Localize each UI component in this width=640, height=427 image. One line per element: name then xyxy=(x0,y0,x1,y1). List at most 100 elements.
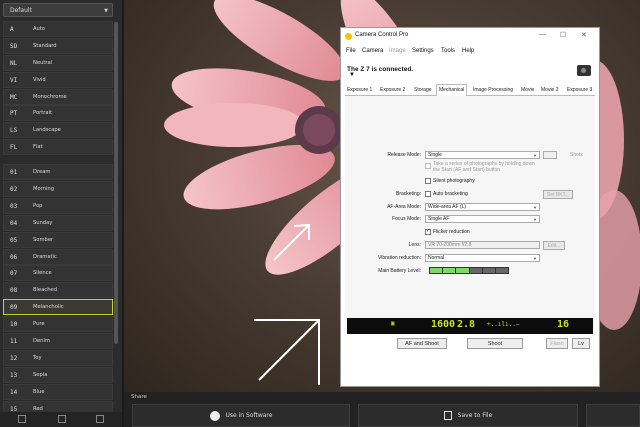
picture-control-name: Landscape xyxy=(33,127,61,134)
picture-control-item[interactable]: 13 Sepia xyxy=(3,366,113,383)
minimize-icon[interactable]: — xyxy=(539,31,546,38)
picture-control-item[interactable]: 08 Bleached xyxy=(3,282,113,299)
picture-control-item[interactable]: 07 Silence xyxy=(3,265,113,282)
tab-exposure-1[interactable]: Exposure 1 xyxy=(345,85,374,95)
save-to-file-label: Save to File xyxy=(457,412,493,419)
connection-status: The Z 7 is connected. xyxy=(347,66,414,73)
picture-control-item[interactable]: 05 Somber xyxy=(3,231,113,248)
close-icon[interactable]: ✕ xyxy=(581,31,587,39)
af-area-mode-dropdown[interactable]: Wide-area AF (L) ▼ xyxy=(425,203,540,211)
tab-image-processing[interactable]: Image Processing xyxy=(471,85,515,95)
picture-control-item[interactable]: VI Vivid xyxy=(3,71,113,88)
battery-segment xyxy=(443,268,457,273)
picture-control-item[interactable]: A Auto xyxy=(3,21,113,37)
chevron-down-icon: ▼ xyxy=(104,8,108,14)
menu-help[interactable]: Help xyxy=(462,48,474,54)
picture-control-item[interactable]: PT Portrait xyxy=(3,105,113,122)
picture-control-item[interactable]: LS Landscape xyxy=(3,122,113,139)
picture-control-name: Somber xyxy=(33,236,54,243)
flicker-reduction-checkbox[interactable] xyxy=(425,228,431,235)
tab-movie[interactable]: Movie xyxy=(519,85,536,95)
use-in-software-label: Use in Software xyxy=(225,412,273,419)
picture-control-item[interactable]: 10 Pure xyxy=(3,316,113,333)
picture-control-item[interactable]: NL Neutral xyxy=(3,54,113,71)
focus-mode-dropdown[interactable]: Single AF ▼ xyxy=(425,215,540,223)
picture-control-item[interactable]: MC Monochrome xyxy=(3,88,113,105)
picture-control-name: Pure xyxy=(33,321,45,328)
picture-control-code: 05 xyxy=(10,236,18,244)
menu-image[interactable]: Image xyxy=(389,48,406,54)
picture-control-item[interactable]: 04 Sunday xyxy=(3,214,113,231)
take-series-checkbox[interactable] xyxy=(425,163,431,169)
tab-movie-2[interactable]: Movie 2 xyxy=(539,85,561,95)
lv-button[interactable]: Lv xyxy=(572,338,590,349)
picture-control-item[interactable]: 06 Dramatic xyxy=(3,248,113,265)
maximize-icon[interactable]: ☐ xyxy=(560,31,566,39)
menu-settings[interactable]: Settings xyxy=(412,48,434,54)
lens-field: VR 70-200mm f/2.8 xyxy=(425,241,540,249)
expand-arrow-icon[interactable]: ▼ xyxy=(349,72,355,78)
delete-icon[interactable] xyxy=(96,415,104,423)
window-title: Camera Control Pro xyxy=(355,32,409,38)
shoot-button[interactable]: Shoot xyxy=(467,338,523,349)
picture-control-item[interactable]: 01 Dream xyxy=(3,164,113,181)
picture-control-item[interactable]: 02 Morning xyxy=(3,181,113,198)
import-icon[interactable] xyxy=(18,415,26,423)
battery-segment xyxy=(482,268,496,273)
tab-storage[interactable]: Storage xyxy=(412,85,434,95)
release-mode-dropdown[interactable]: Single ▼ xyxy=(425,151,540,159)
picture-control-item[interactable]: FL Flat xyxy=(3,139,113,156)
lens-label: Lens: xyxy=(408,242,421,248)
picture-control-code: LS xyxy=(10,127,18,135)
app-icon xyxy=(345,33,352,40)
picture-control-item[interactable]: 03 Pop xyxy=(3,197,113,214)
picture-control-name: Sunday xyxy=(33,219,53,226)
auto-bracketing-label: Auto bracketing xyxy=(433,191,468,197)
vibration-reduction-dropdown[interactable]: Normal ▼ xyxy=(425,254,540,262)
save-to-file-button[interactable]: Save to File xyxy=(358,404,578,427)
focus-mode-value: Single AF xyxy=(428,216,450,222)
battery-level-indicator xyxy=(429,267,509,274)
menu-camera[interactable]: Camera xyxy=(362,48,383,54)
title-bar: Camera Control Pro — ☐ ✕ xyxy=(341,28,599,46)
preset-dropdown-value: Default xyxy=(10,7,32,14)
picture-control-name: Dream xyxy=(33,169,51,176)
tab-exposure-3[interactable]: Exposure 3 xyxy=(565,85,594,95)
set-bkt-button[interactable]: Set BKT... xyxy=(543,190,573,199)
shots-stepper[interactable] xyxy=(543,151,557,159)
lens-value: VR 70-200mm f/2.8 xyxy=(428,242,472,248)
preset-dropdown[interactable]: Default ▼ xyxy=(3,3,113,17)
flash-button[interactable]: Flash xyxy=(546,338,568,349)
picture-control-code: VI xyxy=(10,76,18,84)
silent-photography-checkbox[interactable] xyxy=(425,178,431,184)
chevron-down-icon: ▼ xyxy=(533,153,537,158)
lcd-exposure-scale: +..ılı..− xyxy=(487,321,520,328)
picture-control-item[interactable]: 12 Toy xyxy=(3,349,113,366)
menu-file[interactable]: File xyxy=(346,48,356,54)
use-in-software-button[interactable]: Use in Software xyxy=(132,404,350,427)
picture-control-code: 06 xyxy=(10,253,18,261)
picture-control-list: A Auto SD Standard NL Neutral VI Vivid MC Monochr… xyxy=(3,21,113,417)
tab-exposure-2[interactable]: Exposure 2 xyxy=(378,85,407,95)
menu-tools[interactable]: Tools xyxy=(441,48,455,54)
picture-control-item[interactable]: 09 Melancholic xyxy=(3,299,113,316)
picture-control-name: Blue xyxy=(33,388,45,395)
tab-mechanical[interactable]: Mechanical xyxy=(436,84,468,96)
chevron-down-icon: ▼ xyxy=(533,217,537,222)
picture-control-name: Toy xyxy=(33,354,42,361)
release-mode-value: Single xyxy=(428,152,442,158)
share-more-button[interactable] xyxy=(586,404,640,427)
picture-control-item[interactable]: 11 Denim xyxy=(3,333,113,350)
release-mode-label: Release Mode: xyxy=(387,152,421,158)
af-and-shoot-button[interactable]: AF and Shoot xyxy=(397,338,447,349)
picture-control-item[interactable]: 14 Blue xyxy=(3,383,113,400)
new-preset-icon[interactable] xyxy=(58,415,66,423)
scrollbar[interactable] xyxy=(114,22,118,344)
picture-control-code: 13 xyxy=(10,371,18,379)
picture-control-item[interactable]: SD Standard xyxy=(3,37,113,54)
edit-lens-button[interactable]: Edit... xyxy=(543,241,565,250)
flicker-reduction-label: Flicker reduction xyxy=(433,229,470,235)
chevron-down-icon: ▼ xyxy=(533,256,537,261)
auto-bracketing-checkbox[interactable] xyxy=(425,191,431,197)
vibration-reduction-label: Vibration reduction: xyxy=(378,255,421,261)
